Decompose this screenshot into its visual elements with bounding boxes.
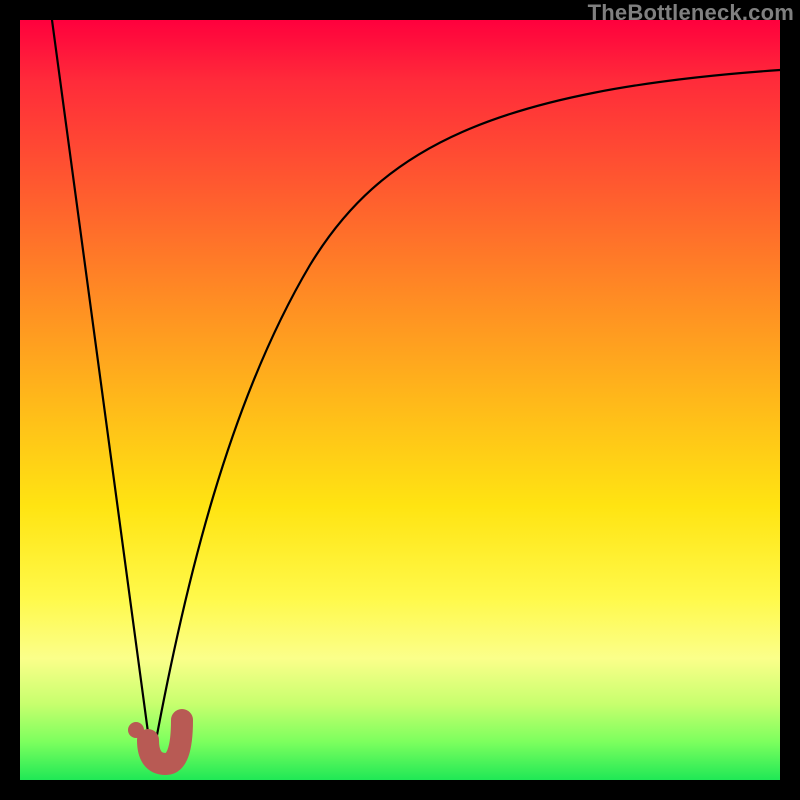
curve-left-descent — [52, 20, 152, 762]
chart-svg — [20, 20, 780, 780]
curve-right-rise — [152, 70, 780, 762]
plot-area — [20, 20, 780, 780]
chart-frame: TheBottleneck.com — [0, 0, 800, 800]
marker-dot — [128, 722, 144, 738]
watermark-text: TheBottleneck.com — [588, 0, 794, 26]
marker-check — [148, 720, 182, 764]
